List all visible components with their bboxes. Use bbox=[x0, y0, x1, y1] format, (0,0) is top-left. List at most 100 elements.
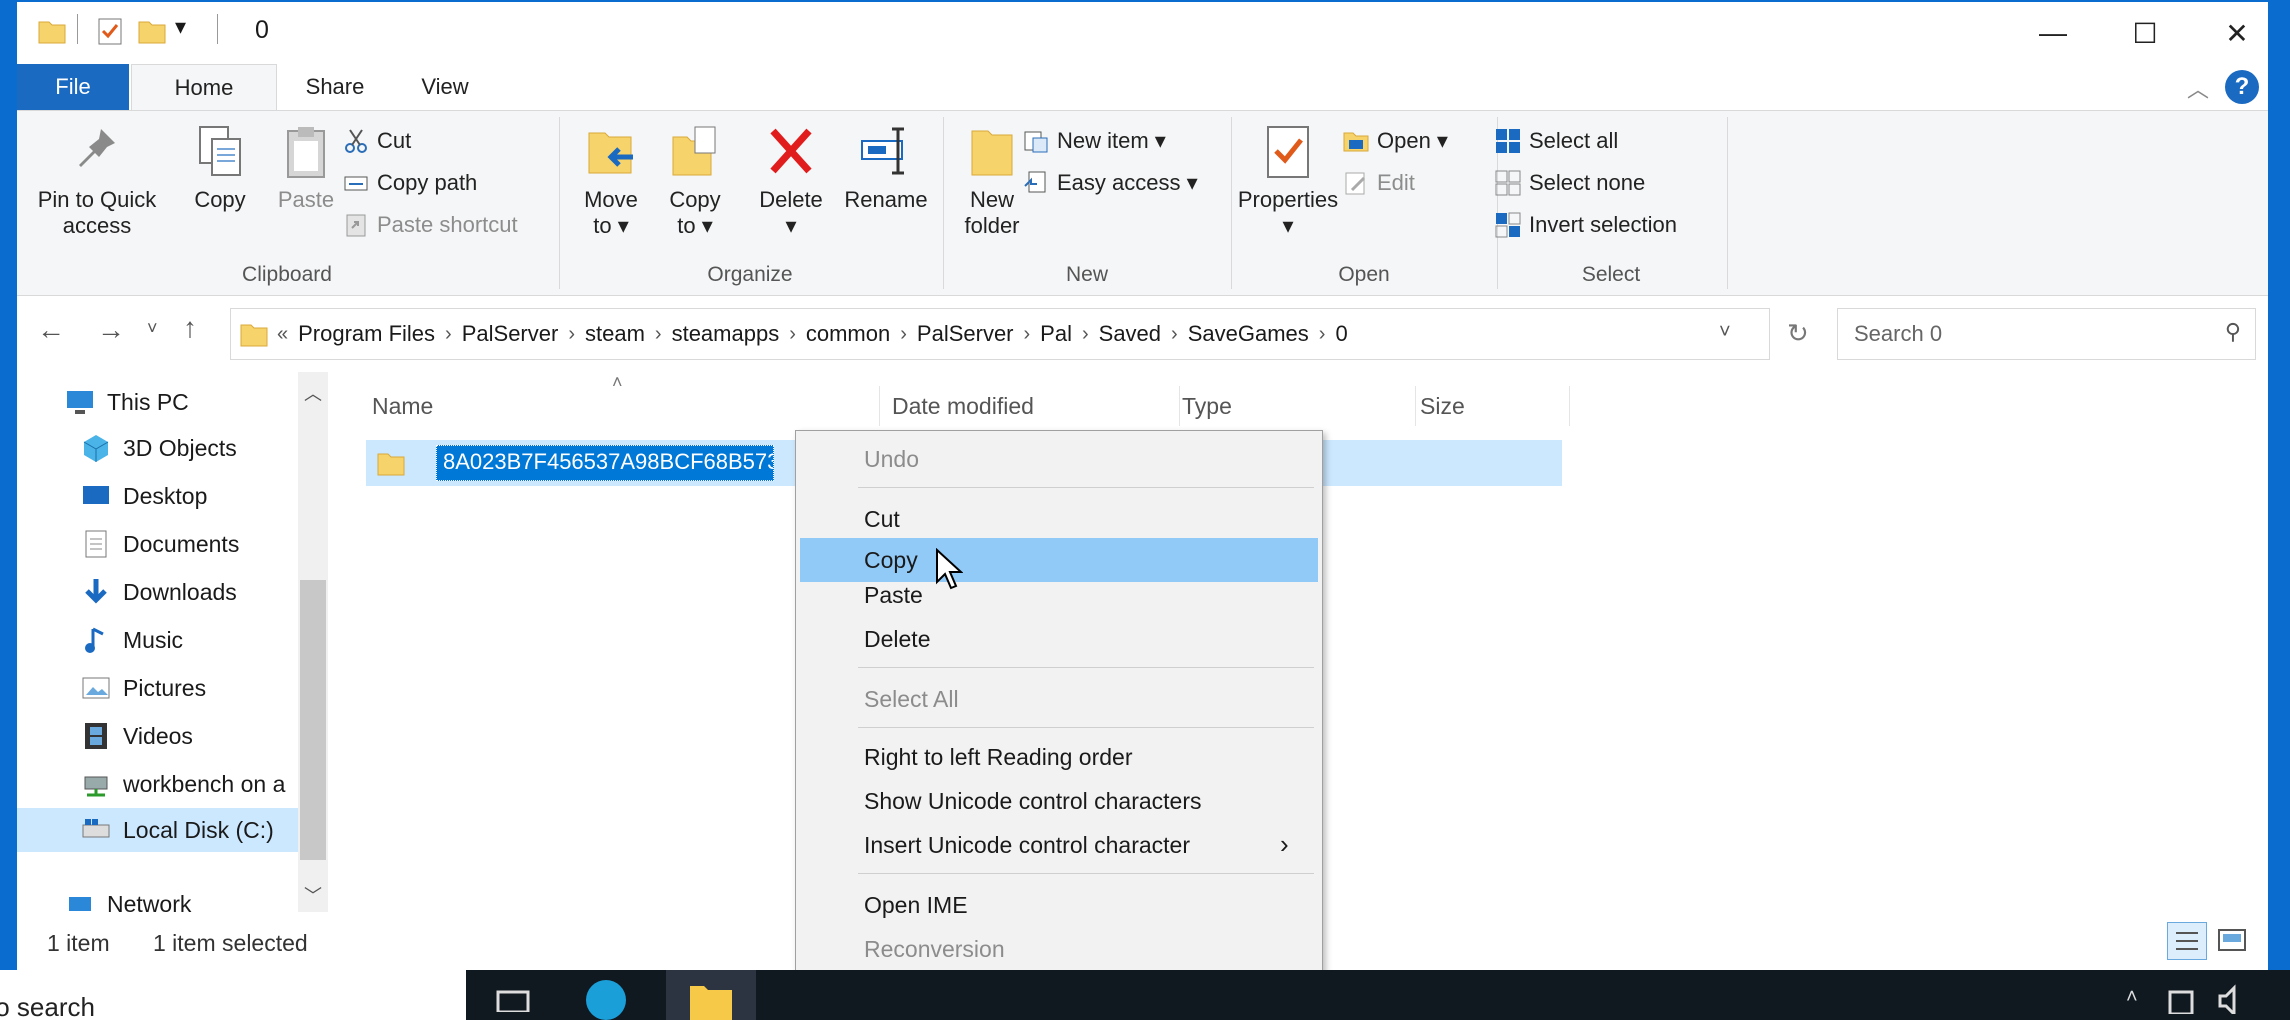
column-header-type[interactable]: Type bbox=[1182, 386, 1416, 426]
nav-item-local-disk[interactable]: Local Disk (C:) bbox=[17, 808, 299, 852]
breadcrumb-separator-icon[interactable]: › bbox=[900, 323, 907, 346]
menu-item-select-all[interactable]: Select All bbox=[800, 677, 1318, 721]
copy-path-button[interactable]: Copy path bbox=[343, 167, 477, 199]
new-item-label: New item ▾ bbox=[1057, 128, 1166, 153]
breadcrumb-item[interactable]: common bbox=[796, 321, 900, 347]
new-item-button[interactable]: New item ▾ bbox=[1023, 125, 1166, 157]
select-all-button[interactable]: Select all bbox=[1495, 125, 1618, 157]
breadcrumb-separator-icon[interactable]: › bbox=[789, 323, 796, 346]
search-input[interactable]: Search 0 ⚲ bbox=[1837, 308, 2256, 360]
address-dropdown-chevron-icon[interactable]: ˅ bbox=[1719, 321, 1731, 344]
breadcrumb-item[interactable]: SaveGames bbox=[1178, 321, 1319, 347]
recent-locations-chevron-icon[interactable]: ˅ bbox=[147, 318, 158, 339]
nav-item-documents[interactable]: Documents bbox=[81, 522, 239, 566]
column-header-name[interactable]: Name bbox=[372, 386, 880, 426]
breadcrumb-separator-icon[interactable]: › bbox=[568, 323, 575, 346]
properties-quick-icon[interactable] bbox=[95, 16, 125, 46]
tab-file[interactable]: File bbox=[17, 64, 129, 110]
nav-item-pictures[interactable]: Pictures bbox=[81, 666, 206, 710]
breadcrumb-item[interactable]: steamapps bbox=[662, 321, 790, 347]
nav-item-music[interactable]: Music bbox=[81, 618, 183, 662]
invert-selection-button[interactable]: Invert selection bbox=[1495, 209, 1677, 241]
breadcrumb-separator-icon[interactable]: › bbox=[445, 323, 452, 346]
menu-item-delete[interactable]: Delete bbox=[800, 617, 1318, 661]
nav-item-this-pc[interactable]: This PC bbox=[65, 380, 189, 424]
address-bar[interactable]: « Program Files › PalServer › steam › steam… bbox=[230, 308, 1770, 360]
nav-item-downloads[interactable]: Downloads bbox=[81, 570, 237, 614]
select-group-label: Select bbox=[1581, 263, 1641, 286]
breadcrumb-separator-icon[interactable]: › bbox=[1319, 323, 1326, 346]
tab-view[interactable]: View bbox=[393, 64, 497, 110]
move-to-button[interactable]: Move to ▾ bbox=[569, 123, 653, 239]
copy-button[interactable]: Copy bbox=[177, 123, 263, 213]
menu-item-undo[interactable]: Undo bbox=[800, 437, 1318, 481]
rename-field[interactable]: 8A023B7F456537A98BCF68B5733BE1 bbox=[436, 445, 774, 481]
easy-access-button[interactable]: Easy access ▾ bbox=[1023, 167, 1198, 199]
paste-button[interactable]: Paste bbox=[263, 123, 349, 213]
column-header-date-modified[interactable]: Date modified bbox=[892, 386, 1180, 426]
scroll-up-icon[interactable]: ︿ bbox=[304, 380, 322, 406]
collapse-ribbon-icon[interactable]: ︿ bbox=[2187, 72, 2209, 104]
select-none-button[interactable]: Select none bbox=[1495, 167, 1645, 199]
edge-browser-icon[interactable] bbox=[586, 980, 626, 1020]
back-arrow-icon[interactable]: ← bbox=[37, 314, 65, 346]
breadcrumb-item[interactable]: steam bbox=[575, 321, 655, 347]
open-button[interactable]: Open ▾ bbox=[1343, 125, 1448, 157]
nav-item-network[interactable]: Network bbox=[65, 882, 191, 912]
tab-home[interactable]: Home bbox=[131, 64, 277, 110]
breadcrumb-item[interactable]: Program Files bbox=[288, 321, 445, 347]
copy-to-button[interactable]: Copy to ▾ bbox=[653, 123, 737, 239]
customize-quick-access-icon[interactable]: ▾ bbox=[175, 14, 186, 40]
cut-button[interactable]: Cut bbox=[343, 125, 411, 157]
taskbar-search-text[interactable]: to search bbox=[0, 992, 95, 1020]
menu-item-show-unicode[interactable]: Show Unicode control characters bbox=[800, 779, 1318, 823]
nav-item-videos[interactable]: Videos bbox=[81, 714, 193, 758]
show-hidden-icons-icon[interactable]: ˄ bbox=[2126, 986, 2138, 1009]
paste-shortcut-button[interactable]: Paste shortcut bbox=[343, 209, 518, 241]
breadcrumb-separator-icon[interactable]: › bbox=[1082, 323, 1089, 346]
scroll-down-icon[interactable]: ﹀ bbox=[304, 882, 322, 908]
help-icon[interactable]: ? bbox=[2225, 70, 2259, 104]
breadcrumb-separator-icon[interactable]: › bbox=[655, 323, 662, 346]
task-view-icon[interactable] bbox=[496, 982, 530, 1014]
menu-item-cut[interactable]: Cut bbox=[800, 497, 1318, 541]
breadcrumb-separator-icon[interactable]: › bbox=[1024, 323, 1031, 346]
maximize-button[interactable]: ☐ bbox=[2099, 2, 2191, 64]
properties-button[interactable]: Properties ▾ bbox=[1223, 123, 1353, 239]
refresh-icon[interactable]: ↻ bbox=[1787, 318, 1809, 349]
new-folder-quick-icon[interactable] bbox=[137, 16, 167, 46]
breadcrumb-item[interactable]: PalServer bbox=[907, 321, 1024, 347]
nav-item-desktop[interactable]: Desktop bbox=[81, 474, 207, 518]
breadcrumb-item[interactable]: Saved bbox=[1089, 321, 1171, 347]
menu-item-paste[interactable]: Paste bbox=[800, 573, 1318, 617]
nav-item-3d-objects[interactable]: 3D Objects bbox=[81, 426, 237, 470]
edit-button[interactable]: Edit bbox=[1343, 167, 1415, 199]
nav-item-network-drive[interactable]: workbench on a bbox=[81, 762, 285, 806]
breadcrumb-item[interactable]: 0 bbox=[1325, 321, 1357, 347]
breadcrumb-item[interactable]: Pal bbox=[1030, 321, 1082, 347]
nav-scroll-thumb[interactable] bbox=[300, 580, 326, 860]
menu-item-insert-unicode[interactable]: Insert Unicode control character › bbox=[800, 823, 1318, 867]
search-icon[interactable]: ⚲ bbox=[2225, 319, 2241, 345]
breadcrumb-overflow[interactable]: « bbox=[277, 323, 288, 346]
up-arrow-icon[interactable]: ↑ bbox=[183, 312, 197, 344]
forward-arrow-icon[interactable]: → bbox=[97, 314, 125, 346]
pin-to-quick-access-button[interactable]: Pin to Quick access bbox=[31, 123, 163, 239]
network-status-icon[interactable] bbox=[2166, 984, 2196, 1016]
rename-button[interactable]: Rename bbox=[837, 123, 935, 213]
menu-item-reconversion[interactable]: Reconversion bbox=[800, 927, 1318, 971]
breadcrumb-separator-icon[interactable]: › bbox=[1171, 323, 1178, 346]
delete-button[interactable]: Delete ▾ bbox=[745, 123, 837, 239]
file-explorer-taskbar-button[interactable] bbox=[666, 970, 756, 1020]
minimize-button[interactable]: — bbox=[2007, 2, 2099, 64]
details-view-icon[interactable] bbox=[2167, 922, 2207, 960]
menu-item-open-ime[interactable]: Open IME bbox=[800, 883, 1318, 927]
menu-item-rtl-reading-order[interactable]: Right to left Reading order bbox=[800, 735, 1318, 779]
column-header-size[interactable]: Size bbox=[1420, 386, 1570, 426]
large-icons-view-icon[interactable] bbox=[2213, 922, 2253, 960]
close-button[interactable]: ✕ bbox=[2191, 2, 2283, 64]
pin-label: Pin to Quick bbox=[37, 187, 157, 212]
breadcrumb-item[interactable]: PalServer bbox=[452, 321, 569, 347]
tab-share[interactable]: Share bbox=[277, 64, 393, 110]
volume-icon[interactable] bbox=[2216, 984, 2246, 1018]
